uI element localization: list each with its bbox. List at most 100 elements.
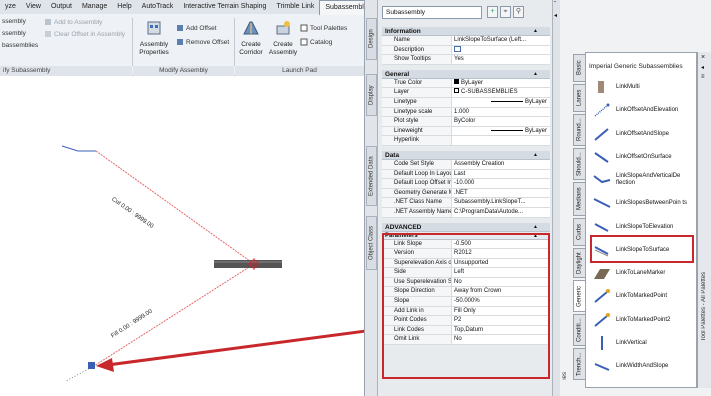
link-lane-marker-icon [594, 269, 610, 279]
assembly-command[interactable]: ssembly [2, 18, 26, 25]
link-slopes-between-icon [593, 198, 611, 208]
property-row[interactable]: Name LinkSlopeToSurface (Left... [382, 36, 550, 46]
side-tab-extended-data[interactable]: Extended Data [366, 146, 377, 206]
palette-item-label: LinkOffsetOnSurface [616, 153, 672, 160]
property-row[interactable]: Description [382, 45, 550, 56]
palette-item-linktolanemarker[interactable]: LinkToLaneMarker [592, 262, 696, 284]
create-corridor-button[interactable]: Create Corridor [236, 20, 266, 57]
property-row[interactable]: Default Loop In Layou... Last [382, 169, 550, 180]
remove-offset-button[interactable]: Remove Offset [176, 38, 229, 46]
palette-item-linkoffsetandelevation[interactable]: LinkOffsetAndElevation [592, 99, 696, 121]
palette-item-linkoffsetonsurface[interactable]: LinkOffsetOnSurface [592, 146, 696, 168]
subassemblies-command[interactable]: bassemblies [2, 42, 38, 49]
property-value: .NET [454, 189, 468, 196]
link-width-slope-icon [594, 363, 610, 371]
add-selection-button[interactable]: + [487, 6, 498, 18]
object-type-select[interactable]: Subassembly [382, 6, 482, 19]
close-icon[interactable]: × [701, 54, 705, 61]
property-row[interactable]: Code Set Style Assembly Creation [382, 159, 550, 170]
property-value [452, 136, 550, 145]
palette-item-linkslopesbetweenpoints[interactable]: LinkSlopesBetweenPoin ts [592, 192, 696, 214]
palette-item-label: LinkMulti [616, 83, 640, 90]
remove-offset-label: Remove Offset [186, 38, 230, 46]
property-row[interactable]: Default Loop Offset In... -10.000 [382, 179, 550, 189]
chevron-up-icon[interactable]: ˆ [554, 2, 556, 8]
palette-item-linkwidthandslope[interactable]: LinkWidthAndSlope [592, 355, 696, 377]
link-end-marker[interactable] [88, 362, 95, 369]
pin-icon[interactable]: ◂ [554, 12, 557, 19]
property-row[interactable]: True Color ByLayer [382, 78, 550, 89]
add-to-assembly-button[interactable]: Add to Assembly [44, 18, 102, 26]
tab-view[interactable]: View [21, 0, 46, 14]
link-slope-elevation-icon [594, 223, 609, 232]
palette-item-linkslopeandverticaldeflection[interactable]: LinkSlopeAndVerticalDe flection [592, 169, 696, 191]
property-row[interactable]: .NET Assembly Name C:\ProgramData\Autode.… [382, 207, 550, 218]
properties-icon[interactable]: ≡ [701, 74, 705, 80]
palette-item-linkoffsetandslope[interactable]: LinkOffsetAndSlope [592, 123, 696, 145]
linetype-value: ByLayer [524, 98, 547, 105]
palette-item-linktomarkedpoint2[interactable]: LinkToMarkedPoint2 [592, 309, 696, 331]
tab-output[interactable]: Output [46, 0, 77, 14]
create-corridor-label: Create Corridor [239, 41, 263, 56]
category-general[interactable]: General ▲ [382, 69, 550, 79]
property-row[interactable]: Linetype scale 1.000 [382, 107, 550, 118]
side-tab-design[interactable]: Design [366, 18, 377, 60]
property-key: Geometry Generate M... [382, 188, 452, 198]
cut-daylight-line [61, 145, 96, 152]
side-tab-display[interactable]: Display [366, 74, 377, 116]
palette-title-bar[interactable]: × ◂ ≡ Tool Palettes - All Palettes [697, 52, 711, 388]
tab-analyze[interactable]: yze [0, 0, 21, 14]
quick-select-button[interactable]: ⚲ [513, 6, 524, 18]
property-key: Linetype [382, 97, 452, 107]
collapse-icon: ▲ [533, 223, 538, 230]
palette-item-linktomarkedpoint[interactable]: LinkToMarkedPoint [592, 285, 696, 307]
property-row[interactable]: .NET Class Name Subassembly.LinkSlopeT... [382, 198, 550, 208]
add-offset-icon [177, 25, 183, 31]
palette-item-linkmulti[interactable]: LinkMulti [592, 76, 696, 98]
assembly-label-2: ssembly [2, 30, 26, 37]
subassemblies-label: bassemblies [2, 42, 39, 49]
property-value: Yes [454, 56, 464, 63]
catalog-label: Catalog [310, 38, 333, 46]
link-offset-slope-icon [594, 128, 609, 141]
palette-item-linkvertical[interactable]: LinkVertical [592, 332, 696, 354]
drawing-svg [61, 145, 364, 382]
tab-help[interactable]: Help [112, 0, 136, 14]
tab-autotrack[interactable]: AutoTrack [137, 0, 179, 14]
category-information[interactable]: Information ▲ [382, 27, 550, 36]
property-row[interactable]: Linetype ByLayer [382, 97, 550, 108]
property-row[interactable]: Lineweight ByLayer [382, 126, 550, 137]
catalog-button[interactable]: Catalog [300, 38, 332, 46]
palette-item-label: LinkSlopeAndVerticalDe flection [616, 173, 681, 186]
assembly-properties-button[interactable]: Assembly Properties [138, 20, 170, 57]
tool-palettes-button[interactable]: Tool Palettes [300, 24, 347, 32]
add-offset-button[interactable]: Add Offset [176, 24, 217, 32]
category-advanced[interactable]: ADVANCED ▲ [382, 222, 550, 232]
property-row[interactable]: Show Tooltips Yes [382, 55, 550, 65]
assembly-command-2[interactable]: ssembly [2, 30, 26, 37]
create-assembly-label: Create Assembly [268, 41, 298, 56]
clear-offset-button[interactable]: Clear Offset in Assembly [44, 30, 125, 38]
property-key: Name [382, 36, 452, 45]
side-tab-object-class[interactable]: Object Class [366, 216, 377, 270]
pin-icon[interactable]: ◂ [701, 64, 704, 71]
drawing-canvas[interactable]: Cut 0.00 : 9999.00 Fill 0.00 : 9999.00 [0, 76, 364, 396]
property-row[interactable]: Layer C-SUBASSEMBLIES [382, 88, 550, 98]
tool-palettes-icon [300, 24, 308, 32]
property-row[interactable]: Geometry Generate M....NET [382, 188, 550, 199]
layer-icon [454, 88, 459, 94]
link-multi-icon [598, 81, 604, 93]
category-data-label: Data [385, 151, 400, 159]
tab-interactive-terrain[interactable]: Interactive Terrain Shaping [178, 0, 271, 14]
property-row[interactable]: Plot style ByColor [382, 117, 550, 127]
description-edit-icon[interactable] [454, 45, 461, 52]
create-assembly-icon [276, 21, 290, 35]
property-row[interactable]: Hyperlink [382, 136, 550, 146]
tab-trimble-link[interactable]: Trimble Link [271, 0, 319, 14]
category-data[interactable]: Data ▲ [382, 150, 550, 160]
tab-manage[interactable]: Manage [77, 0, 112, 14]
palette-left-strip-label: ies [562, 372, 568, 380]
ribbon-separator-2 [234, 18, 235, 66]
create-assembly-button[interactable]: Create Assembly [268, 20, 298, 57]
select-objects-button[interactable]: ⌖ [500, 6, 511, 18]
